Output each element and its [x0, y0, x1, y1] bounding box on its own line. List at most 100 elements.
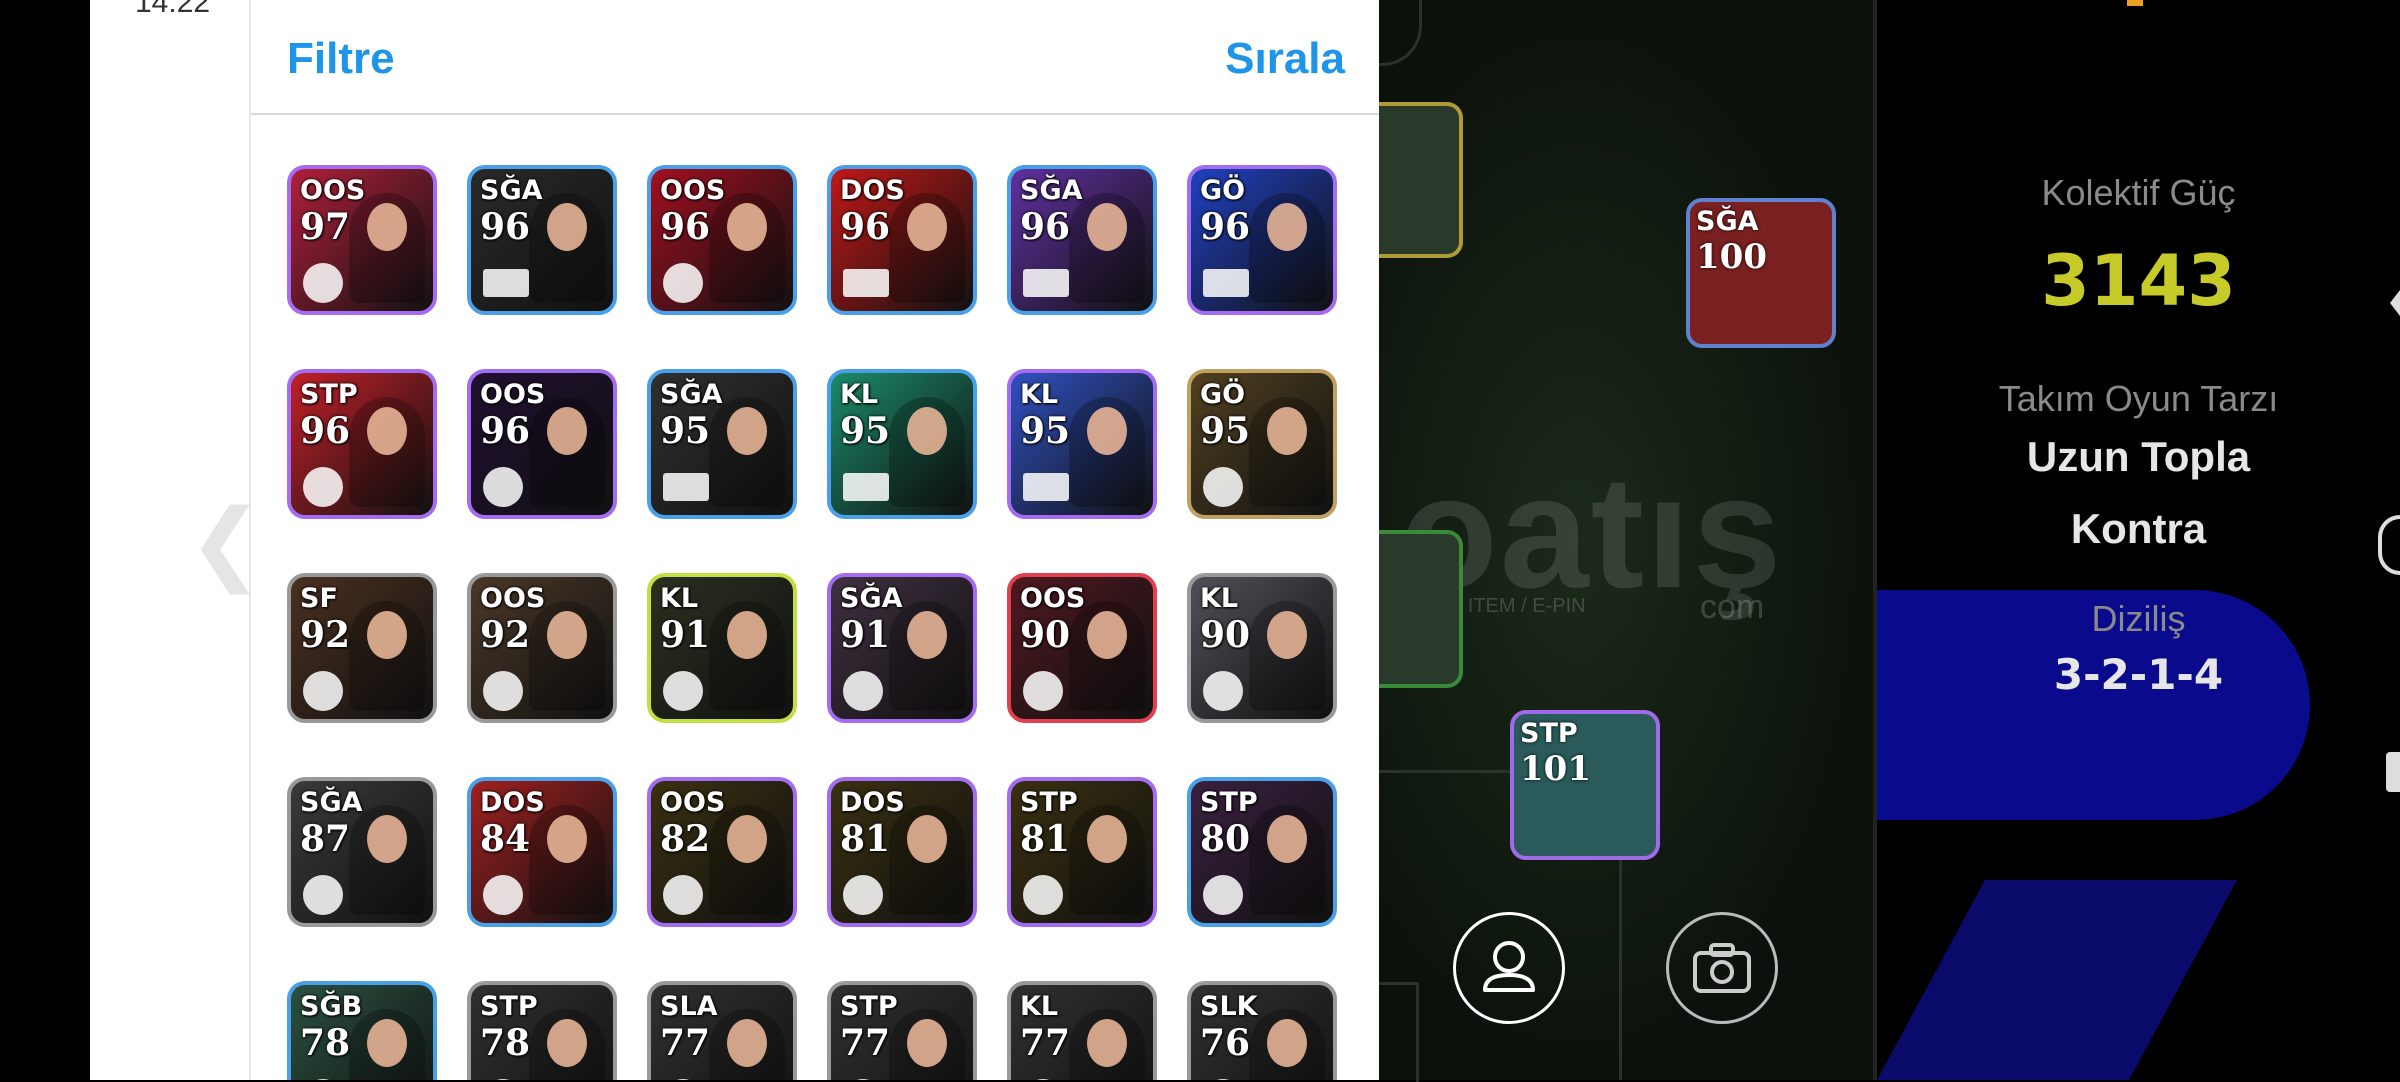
- player-card[interactable]: KL 91: [647, 573, 797, 723]
- club-badge-icon: [483, 467, 523, 507]
- profile-button[interactable]: [1453, 912, 1565, 1024]
- pitch-player-card-partial[interactable]: [1379, 530, 1463, 688]
- player-card[interactable]: OOS 82: [647, 777, 797, 927]
- player-card[interactable]: DOS 84: [467, 777, 617, 927]
- player-card[interactable]: STP 78: [467, 981, 617, 1080]
- club-badge-icon: [663, 875, 703, 915]
- pitch-player-card-partial[interactable]: [1379, 102, 1463, 258]
- player-rating: 92: [300, 614, 351, 656]
- flag-icon: [1203, 269, 1249, 297]
- player-rating: 84: [480, 818, 531, 860]
- player-card[interactable]: OOS 96: [647, 165, 797, 315]
- player-portrait: [1069, 1009, 1145, 1080]
- player-rating: 80: [1200, 818, 1251, 860]
- player-rating: 76: [1200, 1022, 1251, 1064]
- player-rating: 96: [1020, 206, 1071, 248]
- card-rating: 100: [1696, 237, 1767, 277]
- player-card[interactable]: DOS 96: [827, 165, 977, 315]
- edge-circle-icon[interactable]: [2378, 515, 2400, 575]
- player-card[interactable]: OOS 92: [467, 573, 617, 723]
- player-card[interactable]: DOS 81: [827, 777, 977, 927]
- player-portrait: [889, 601, 965, 711]
- player-portrait: [1069, 805, 1145, 915]
- player-portrait: [1249, 1009, 1325, 1080]
- player-position: STP: [300, 379, 358, 410]
- player-portrait: [349, 601, 425, 711]
- player-position: GÖ: [1200, 175, 1246, 206]
- player-position: KL: [1200, 583, 1239, 614]
- player-portrait: [529, 601, 605, 711]
- player-portrait: [1069, 601, 1145, 711]
- player-rating: 96: [480, 206, 531, 248]
- formation-value[interactable]: 3-2-1-4: [1877, 650, 2400, 699]
- player-card[interactable]: STP 81: [1007, 777, 1157, 927]
- player-rating: 82: [660, 818, 711, 860]
- player-card[interactable]: SĞA 91: [827, 573, 977, 723]
- player-card[interactable]: OOS 97: [287, 165, 437, 315]
- player-card[interactable]: SĞA 96: [1007, 165, 1157, 315]
- club-badge-icon: [1023, 671, 1063, 711]
- player-card[interactable]: SĞA 95: [647, 369, 797, 519]
- player-card[interactable]: OOS 90: [1007, 573, 1157, 723]
- player-rating: 97: [300, 206, 351, 248]
- player-card[interactable]: SĞA 87: [287, 777, 437, 927]
- player-position: SĞA: [480, 175, 543, 206]
- pitch-player-card[interactable]: SĞA 100: [1686, 198, 1836, 348]
- club-badge-icon: [303, 263, 343, 303]
- club-badge-icon: [303, 671, 343, 711]
- card-rating: 101: [1520, 749, 1591, 789]
- player-position: KL: [1020, 991, 1059, 1022]
- player-position: OOS: [1020, 583, 1086, 614]
- filter-button[interactable]: Filtre: [287, 34, 395, 84]
- player-card[interactable]: SLK 76: [1187, 981, 1337, 1080]
- player-card[interactable]: STP 77: [827, 981, 977, 1080]
- player-card[interactable]: STP 80: [1187, 777, 1337, 927]
- player-position: SLK: [1200, 991, 1258, 1022]
- player-position: GÖ: [1200, 379, 1246, 410]
- player-card[interactable]: SF 92: [287, 573, 437, 723]
- player-card[interactable]: SLA 77: [647, 981, 797, 1080]
- player-portrait: [1249, 601, 1325, 711]
- player-portrait: [349, 193, 425, 303]
- pitch-line: [1416, 982, 1419, 1082]
- club-badge-icon: [1203, 875, 1243, 915]
- player-rating: 77: [840, 1022, 891, 1064]
- pitch-player-card[interactable]: STP 101: [1510, 710, 1660, 860]
- player-card[interactable]: KL 90: [1187, 573, 1337, 723]
- player-card[interactable]: KL 95: [1007, 369, 1157, 519]
- player-card[interactable]: SĞB 78: [287, 981, 437, 1080]
- player-card[interactable]: KL 77: [1007, 981, 1157, 1080]
- player-rating: 87: [300, 818, 351, 860]
- player-rating: 90: [1200, 614, 1251, 656]
- player-position: KL: [660, 583, 699, 614]
- player-card[interactable]: OOS 96: [467, 369, 617, 519]
- player-position: STP: [840, 991, 898, 1022]
- edge-handle-icon[interactable]: [2386, 752, 2400, 792]
- player-rating: 78: [480, 1022, 531, 1064]
- player-card[interactable]: GÖ 95: [1187, 369, 1337, 519]
- player-position: SF: [300, 583, 338, 614]
- player-rating: 81: [840, 818, 891, 860]
- player-card[interactable]: GÖ 96: [1187, 165, 1337, 315]
- player-portrait: [889, 1009, 965, 1080]
- player-rating: 96: [300, 410, 351, 452]
- camera-button[interactable]: [1666, 912, 1778, 1024]
- style-value-line2: Kontra: [2070, 505, 2207, 552]
- flag-icon: [1023, 473, 1069, 501]
- pitch-line: [1379, 0, 1422, 66]
- flag-icon: [843, 473, 889, 501]
- player-card[interactable]: SĞA 96: [467, 165, 617, 315]
- player-portrait: [709, 397, 785, 507]
- player-position: STP: [1200, 787, 1258, 818]
- player-rating: 95: [1200, 410, 1251, 452]
- card-position: SĞA: [1696, 206, 1759, 237]
- player-rating: 81: [1020, 818, 1071, 860]
- sort-button[interactable]: Sıralа: [1225, 34, 1345, 84]
- person-icon: [1483, 941, 1535, 992]
- player-card[interactable]: STP 96: [287, 369, 437, 519]
- player-rating: 91: [840, 614, 891, 656]
- indicator: [2127, 0, 2143, 6]
- player-rating: 91: [660, 614, 711, 656]
- player-portrait: [1069, 193, 1145, 303]
- player-card[interactable]: KL 95: [827, 369, 977, 519]
